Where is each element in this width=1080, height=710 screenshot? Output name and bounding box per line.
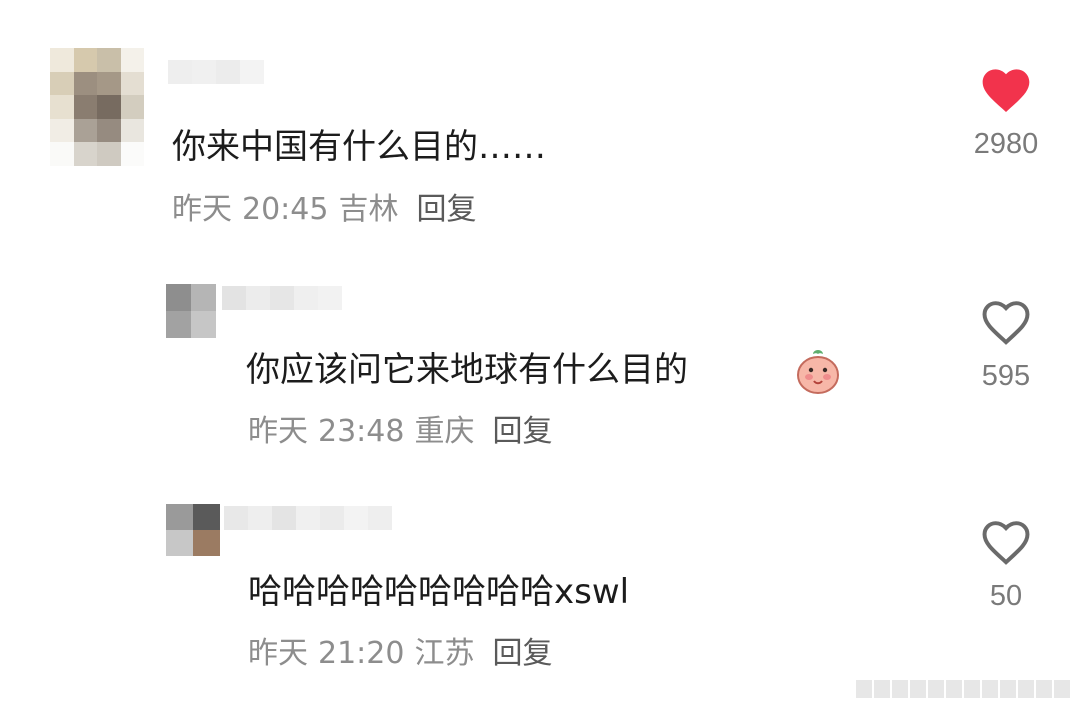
like-button[interactable]: 2980 [960, 62, 1052, 161]
username-blurred[interactable] [224, 506, 392, 530]
watermark-blurred [856, 680, 1070, 698]
comment-date: 昨天 [248, 414, 308, 449]
like-count: 2980 [973, 128, 1039, 160]
comment-location: 江苏 [414, 636, 475, 671]
reply-comment-item: 哈哈哈哈哈哈哈哈哈xswl 昨天 21:20 江苏 回复 50 [0, 470, 1080, 710]
like-button[interactable]: 50 [960, 514, 1052, 613]
peach-blush-emoji [797, 350, 839, 394]
comment-text: 你来中国有什么目的…… [172, 127, 546, 167]
comment-date: 昨天 [248, 636, 308, 671]
like-count: 595 [981, 360, 1031, 392]
heart-outline-icon [982, 521, 1030, 565]
username-blurred[interactable] [168, 60, 264, 84]
reply-button[interactable]: 回复 [416, 192, 476, 227]
like-count: 50 [989, 580, 1023, 612]
comment-meta: 昨天 20:45 吉林 回复 [172, 190, 486, 230]
heart-outline-icon [982, 301, 1030, 345]
username-blurred[interactable] [222, 286, 342, 310]
reply-button[interactable]: 回复 [492, 414, 552, 449]
comment-time: 20:45 [242, 192, 329, 227]
comment-meta: 昨天 23:48 重庆 回复 [248, 412, 562, 452]
like-button[interactable]: 595 [960, 294, 1052, 393]
reply-button[interactable]: 回复 [492, 636, 552, 671]
heart-filled-icon [982, 69, 1030, 113]
comment-date: 昨天 [172, 192, 232, 227]
comment-location: 吉林 [338, 192, 399, 227]
reply-comment-item: 你应该问它来地球有什么目的 昨天 23:48 重庆 回复 595 [0, 240, 1080, 470]
comment-time: 23:48 [318, 414, 405, 449]
comment-location: 重庆 [414, 414, 475, 449]
avatar[interactable] [166, 504, 220, 556]
comment-item: 你来中国有什么目的…… 昨天 20:45 吉林 回复 2980 [0, 0, 1080, 240]
avatar[interactable] [50, 48, 144, 166]
avatar[interactable] [166, 284, 216, 338]
comment-time: 21:20 [318, 636, 405, 671]
comment-text: 你应该问它来地球有什么目的 [246, 350, 688, 390]
comment-meta: 昨天 21:20 江苏 回复 [248, 634, 562, 674]
comment-text: 哈哈哈哈哈哈哈哈哈xswl [248, 572, 630, 612]
